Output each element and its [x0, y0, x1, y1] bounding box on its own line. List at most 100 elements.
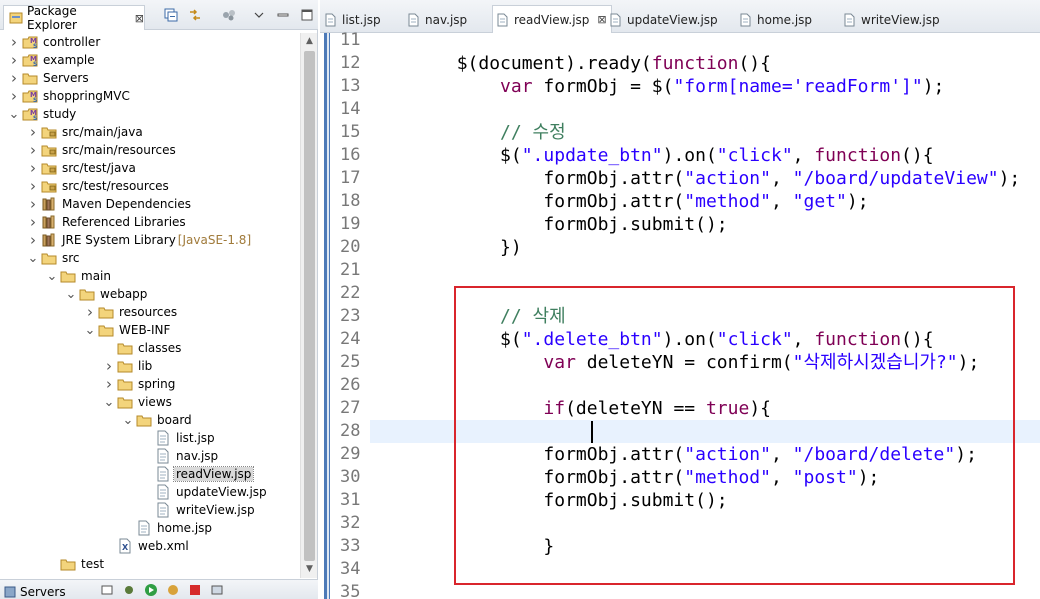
- tab-nav[interactable]: nav.jsp: [408, 7, 467, 33]
- tree-item[interactable]: › M S example: [0, 51, 300, 69]
- tab-updateview[interactable]: updateView.jsp: [610, 7, 718, 33]
- tree-item[interactable]: ⌄ board: [0, 411, 300, 429]
- tree-item[interactable]: › spring: [0, 375, 300, 393]
- tree-item[interactable]: › src/main/resources: [0, 141, 300, 159]
- tab-package-explorer[interactable]: Package Explorer ⊠: [3, 4, 145, 32]
- expand-icon[interactable]: ›: [27, 231, 39, 249]
- code-line[interactable]: $(document).ready(function(){: [370, 52, 1040, 75]
- filter-icon[interactable]: [222, 8, 236, 22]
- tree-item[interactable]: › src/main/java: [0, 123, 300, 141]
- code-line[interactable]: formObj.submit();: [370, 213, 1040, 236]
- server-view-icon[interactable]: [100, 583, 114, 597]
- collapse-icon[interactable]: ⌄: [122, 411, 134, 429]
- tree-item[interactable]: writeView.jsp: [0, 501, 300, 519]
- scroll-up-icon[interactable]: ▲: [301, 33, 318, 50]
- tree-item[interactable]: list.jsp: [0, 429, 300, 447]
- tree-item[interactable]: › src/test/java: [0, 159, 300, 177]
- expand-icon[interactable]: ›: [84, 303, 96, 321]
- tab-writeview[interactable]: writeView.jsp: [844, 7, 940, 33]
- line-number: 28: [340, 421, 361, 441]
- tab-servers[interactable]: Servers: [3, 584, 69, 599]
- explorer-scrollbar[interactable]: ▲ ▼: [300, 33, 317, 578]
- scroll-down-icon[interactable]: ▼: [301, 561, 318, 578]
- code-token: function: [651, 53, 739, 74]
- expand-icon[interactable]: ›: [27, 123, 39, 141]
- tree-item[interactable]: ⌄ views: [0, 393, 300, 411]
- expand-icon[interactable]: ›: [103, 357, 115, 375]
- tree-item-label: JRE System Library: [62, 233, 176, 247]
- code-token: );: [998, 168, 1021, 189]
- collapse-icon[interactable]: ⌄: [84, 321, 96, 339]
- collapse-icon[interactable]: ⌄: [46, 267, 58, 285]
- expand-icon[interactable]: ›: [27, 159, 39, 177]
- tree-item[interactable]: test: [0, 555, 300, 573]
- jsp-file-icon: [155, 466, 171, 482]
- code-line[interactable]: }): [370, 236, 1040, 259]
- jsp-file-icon: [610, 13, 622, 27]
- tree-item[interactable]: › JRE System Library [JavaSE-1.8]: [0, 231, 300, 249]
- tab-home[interactable]: home.jsp: [740, 7, 812, 33]
- link-with-editor-icon[interactable]: [188, 8, 202, 22]
- expand-icon[interactable]: ›: [27, 213, 39, 231]
- expand-icon[interactable]: ›: [27, 177, 39, 195]
- tree-item[interactable]: › Maven Dependencies: [0, 195, 300, 213]
- tree-item[interactable]: readView.jsp: [0, 465, 300, 483]
- tree-item[interactable]: updateView.jsp: [0, 483, 300, 501]
- tree-item[interactable]: ⌄ webapp: [0, 285, 300, 303]
- tree-item[interactable]: › Servers: [0, 69, 300, 87]
- expand-icon[interactable]: ›: [8, 69, 20, 87]
- expand-icon[interactable]: ›: [27, 195, 39, 213]
- tree-item[interactable]: nav.jsp: [0, 447, 300, 465]
- tree-item[interactable]: ⌄ M S study: [0, 105, 300, 123]
- tab-label: updateView.jsp: [627, 13, 718, 27]
- tree-item[interactable]: ⌄ main: [0, 267, 300, 285]
- profile-server-icon[interactable]: [166, 583, 180, 597]
- tree-item[interactable]: › Referenced Libraries: [0, 213, 300, 231]
- code-line[interactable]: formObj.attr("method", "get");: [370, 190, 1040, 213]
- collapse-icon[interactable]: ⌄: [65, 285, 77, 303]
- tree-item[interactable]: › src/test/resources: [0, 177, 300, 195]
- tree-item[interactable]: Xweb.xml: [0, 537, 300, 555]
- maximize-icon[interactable]: [300, 8, 314, 22]
- tree-item[interactable]: › resources: [0, 303, 300, 321]
- tree-item[interactable]: › M S controller: [0, 33, 300, 51]
- tab-readview[interactable]: readView.jsp ⊠: [492, 5, 612, 33]
- code-line[interactable]: $(".update_btn").on("click", function(){: [370, 144, 1040, 167]
- folder-icon: [60, 268, 76, 284]
- code-line[interactable]: [370, 98, 1040, 121]
- close-icon[interactable]: ⊠: [597, 13, 606, 26]
- expand-icon[interactable]: ›: [103, 375, 115, 393]
- publish-icon[interactable]: [210, 583, 224, 597]
- minimize-icon[interactable]: [276, 8, 290, 22]
- tree-item[interactable]: classes: [0, 339, 300, 357]
- tree-item-label: src/main/resources: [62, 143, 176, 157]
- view-menu-icon[interactable]: [252, 8, 266, 22]
- collapse-icon[interactable]: ⌄: [8, 105, 20, 123]
- tree-item[interactable]: ⌄ src: [0, 249, 300, 267]
- folder-icon: [98, 322, 114, 338]
- tree-item[interactable]: ⌄ WEB-INF: [0, 321, 300, 339]
- expand-icon[interactable]: ›: [8, 33, 20, 51]
- expand-icon[interactable]: ›: [8, 87, 20, 105]
- collapse-icon[interactable]: ⌄: [103, 393, 115, 411]
- code-line[interactable]: // 수정: [370, 121, 1040, 144]
- stop-server-icon[interactable]: [188, 583, 202, 597]
- expand-icon[interactable]: ›: [8, 51, 20, 69]
- start-server-icon[interactable]: [144, 583, 158, 597]
- tree-item[interactable]: › M S shoppringMVC: [0, 87, 300, 105]
- collapse-all-icon[interactable]: [164, 8, 178, 22]
- collapse-icon[interactable]: ⌄: [27, 249, 39, 267]
- tree-item-label: study: [43, 107, 77, 121]
- debug-server-icon[interactable]: [122, 583, 136, 597]
- close-icon[interactable]: ⊠: [135, 12, 144, 25]
- scrollbar-thumb[interactable]: [304, 51, 315, 561]
- code-line[interactable]: [370, 33, 1040, 52]
- code-line[interactable]: [370, 259, 1040, 282]
- line-number: 20: [340, 237, 361, 257]
- tree-item[interactable]: › lib: [0, 357, 300, 375]
- tree-item[interactable]: home.jsp: [0, 519, 300, 537]
- code-line[interactable]: var formObj = $("form[name='readForm']")…: [370, 75, 1040, 98]
- code-line[interactable]: formObj.attr("action", "/board/updateVie…: [370, 167, 1040, 190]
- expand-icon[interactable]: ›: [27, 141, 39, 159]
